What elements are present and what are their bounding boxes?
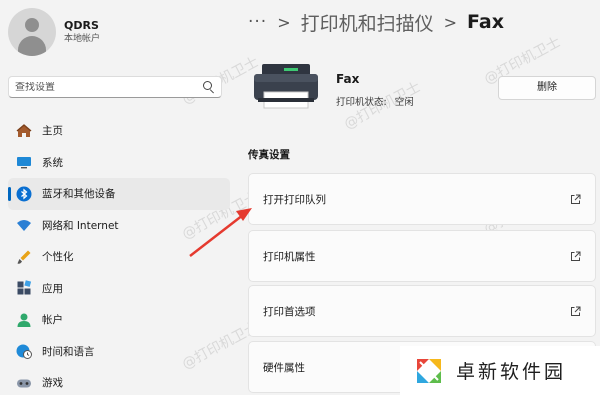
open-external-icon <box>571 306 581 316</box>
monitor-icon <box>16 154 32 170</box>
sidebar-item-label: 游戏 <box>42 377 63 390</box>
sidebar-item-label: 蓝牙和其他设备 <box>42 188 116 201</box>
sidebar-item-personalization[interactable]: 个性化 <box>8 241 230 273</box>
brand-logo-icon <box>417 358 441 383</box>
section-title: 传真设置 <box>248 149 290 161</box>
person-icon <box>16 312 32 328</box>
device-name: Fax <box>336 72 360 86</box>
sidebar-item-home[interactable]: 主页 <box>8 115 230 147</box>
bluetooth-icon <box>16 186 32 202</box>
account-type: 本地帐户 <box>64 34 101 44</box>
brush-icon <box>16 249 32 265</box>
sidebar-item-label: 个性化 <box>42 251 74 264</box>
breadcrumb: ··· > 打印机和扫描仪 > Fax <box>248 8 504 36</box>
gamepad-icon <box>16 375 32 391</box>
device-status: 打印机状态: 空闲 <box>336 94 422 108</box>
home-icon <box>16 123 32 139</box>
sidebar-item-network[interactable]: 网络和 Internet <box>8 210 230 242</box>
sidebar-item-label: 应用 <box>42 282 63 295</box>
setting-label: 打印机属性 <box>263 250 316 263</box>
breadcrumb-separator: > <box>443 12 458 32</box>
setting-open-print-queue[interactable]: 打开打印队列 <box>248 173 596 225</box>
breadcrumb-printers-scanners[interactable]: 打印机和扫描仪 <box>301 9 434 36</box>
sidebar-item-label: 主页 <box>42 125 63 138</box>
search-box[interactable] <box>8 76 222 98</box>
sidebar-nav: 主页 系统 蓝牙和其他设备 网络和 Internet 个性化 应用 帐户 时间和… <box>8 115 230 395</box>
sidebar-item-bluetooth-devices[interactable]: 蓝牙和其他设备 <box>8 178 230 210</box>
open-external-icon <box>571 251 581 261</box>
search-icon[interactable] <box>203 81 215 93</box>
setting-label: 打印首选项 <box>263 305 316 318</box>
sidebar-item-label: 时间和语言 <box>42 345 95 358</box>
wifi-icon <box>16 217 32 233</box>
sidebar-item-apps[interactable]: 应用 <box>8 273 230 305</box>
breadcrumb-more-button[interactable]: ··· <box>248 12 267 32</box>
delete-button[interactable]: 删除 <box>498 76 596 100</box>
user-profile[interactable]: QDRS 本地帐户 <box>8 8 100 56</box>
sidebar-item-accounts[interactable]: 帐户 <box>8 304 230 336</box>
user-name: QDRS <box>64 19 99 32</box>
sidebar-item-time-language[interactable]: 时间和语言 <box>8 336 230 368</box>
sidebar-item-label: 网络和 Internet <box>42 219 119 232</box>
status-value: 空闲 <box>394 97 414 108</box>
setting-label: 打开打印队列 <box>263 193 326 206</box>
globe-clock-icon <box>16 343 32 360</box>
sidebar-item-system[interactable]: 系统 <box>8 147 230 179</box>
breadcrumb-separator: > <box>277 12 291 32</box>
setting-printer-properties[interactable]: 打印机属性 <box>248 230 596 282</box>
sidebar-item-gaming[interactable]: 游戏 <box>8 367 230 395</box>
page-title: Fax <box>467 11 504 33</box>
avatar <box>8 8 56 56</box>
printer-icon <box>254 64 318 109</box>
sidebar: QDRS 本地帐户 主页 系统 蓝牙和其他设备 <box>0 0 232 395</box>
open-external-icon <box>571 194 581 204</box>
brand-text: 卓新软件园 <box>456 361 567 383</box>
apps-icon <box>16 280 32 296</box>
search-input[interactable] <box>15 81 203 93</box>
sidebar-item-label: 帐户 <box>42 314 63 327</box>
setting-printing-preferences[interactable]: 打印首选项 <box>248 285 596 337</box>
sidebar-item-label: 系统 <box>42 156 63 169</box>
status-label: 打印机状态: <box>336 97 387 108</box>
brand-watermark: 卓新软件园 <box>400 346 600 395</box>
